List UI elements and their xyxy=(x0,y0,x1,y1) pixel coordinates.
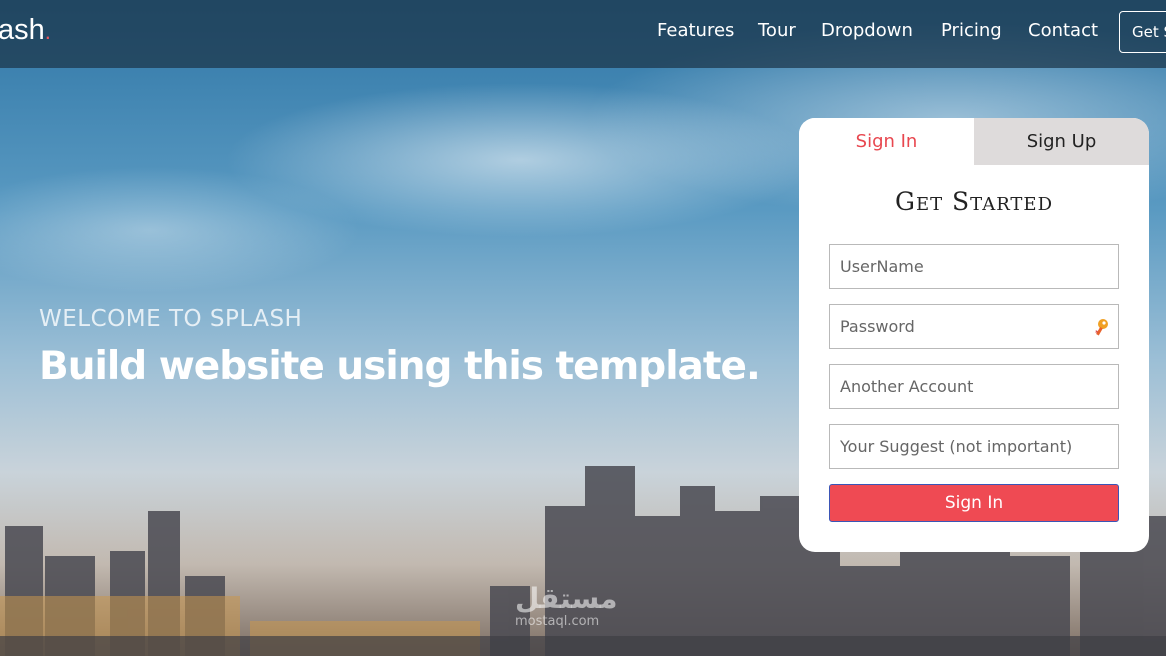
brand-logo[interactable]: ash. xyxy=(0,14,51,47)
suggest-field-wrapper xyxy=(829,424,1119,469)
auth-tabs: Sign In Sign Up xyxy=(799,118,1149,165)
password-input[interactable] xyxy=(830,305,1118,348)
hero-headline: Build website using this template. xyxy=(39,344,761,389)
auth-panel: Sign In Sign Up Get Started * Sign In xyxy=(799,118,1149,552)
top-navbar: ash. Features Tour Dropdown Pricing Cont… xyxy=(0,0,1166,68)
password-key-icon[interactable]: * xyxy=(1094,318,1110,336)
brand-dot: . xyxy=(44,19,51,44)
get-started-nav-button[interactable]: Get S xyxy=(1119,11,1166,53)
nav-link-dropdown[interactable]: Dropdown xyxy=(821,20,913,41)
another-account-field-wrapper xyxy=(829,364,1119,409)
tab-sign-up[interactable]: Sign Up xyxy=(974,118,1149,165)
hero-subtitle: WELCOME TO SPLASH xyxy=(39,306,303,332)
password-field-wrapper: * xyxy=(829,304,1119,349)
username-field-wrapper xyxy=(829,244,1119,289)
nav-link-tour[interactable]: Tour xyxy=(758,20,796,41)
watermark-latin: mostaql.com xyxy=(515,614,600,629)
brand-name: ash xyxy=(0,14,45,46)
svg-text:*: * xyxy=(1095,329,1099,336)
watermark-arabic: مستقل xyxy=(515,582,618,615)
sign-in-button[interactable]: Sign In xyxy=(829,484,1119,522)
mostaql-watermark: مستقل mostaql.com xyxy=(515,582,618,630)
nav-link-pricing[interactable]: Pricing xyxy=(941,20,1002,41)
panel-title: Get Started xyxy=(894,187,1054,216)
suggest-input[interactable] xyxy=(830,425,1118,468)
username-input[interactable] xyxy=(830,245,1118,288)
another-account-input[interactable] xyxy=(830,365,1118,408)
tab-sign-in[interactable]: Sign In xyxy=(799,118,974,165)
nav-link-features[interactable]: Features xyxy=(657,20,734,41)
nav-link-contact[interactable]: Contact xyxy=(1028,20,1098,41)
